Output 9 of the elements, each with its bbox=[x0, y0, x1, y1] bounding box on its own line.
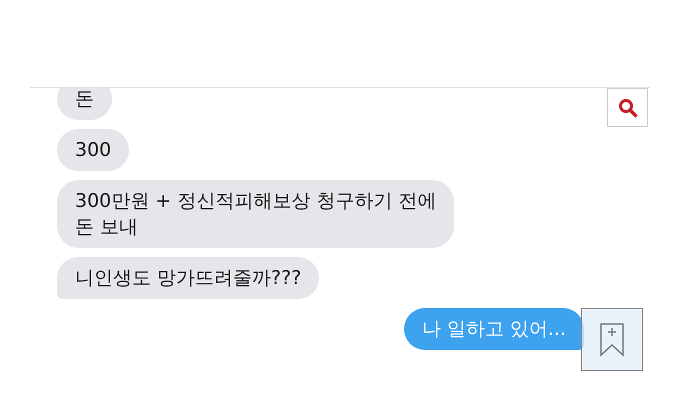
bookmark-button[interactable] bbox=[581, 308, 643, 371]
sent-message: 나 일하고 있어... bbox=[404, 308, 584, 350]
search-button[interactable] bbox=[607, 88, 648, 127]
bookmark-icon bbox=[599, 322, 625, 356]
received-message: 니인생도 망가뜨려줄까??? bbox=[57, 257, 320, 299]
search-icon bbox=[618, 98, 638, 118]
received-message: 300만원 + 정신적피해보상 청구하기 전에 돈 보내 bbox=[57, 180, 454, 248]
received-message: 300 bbox=[57, 129, 130, 171]
received-message: 돈 bbox=[57, 88, 112, 120]
